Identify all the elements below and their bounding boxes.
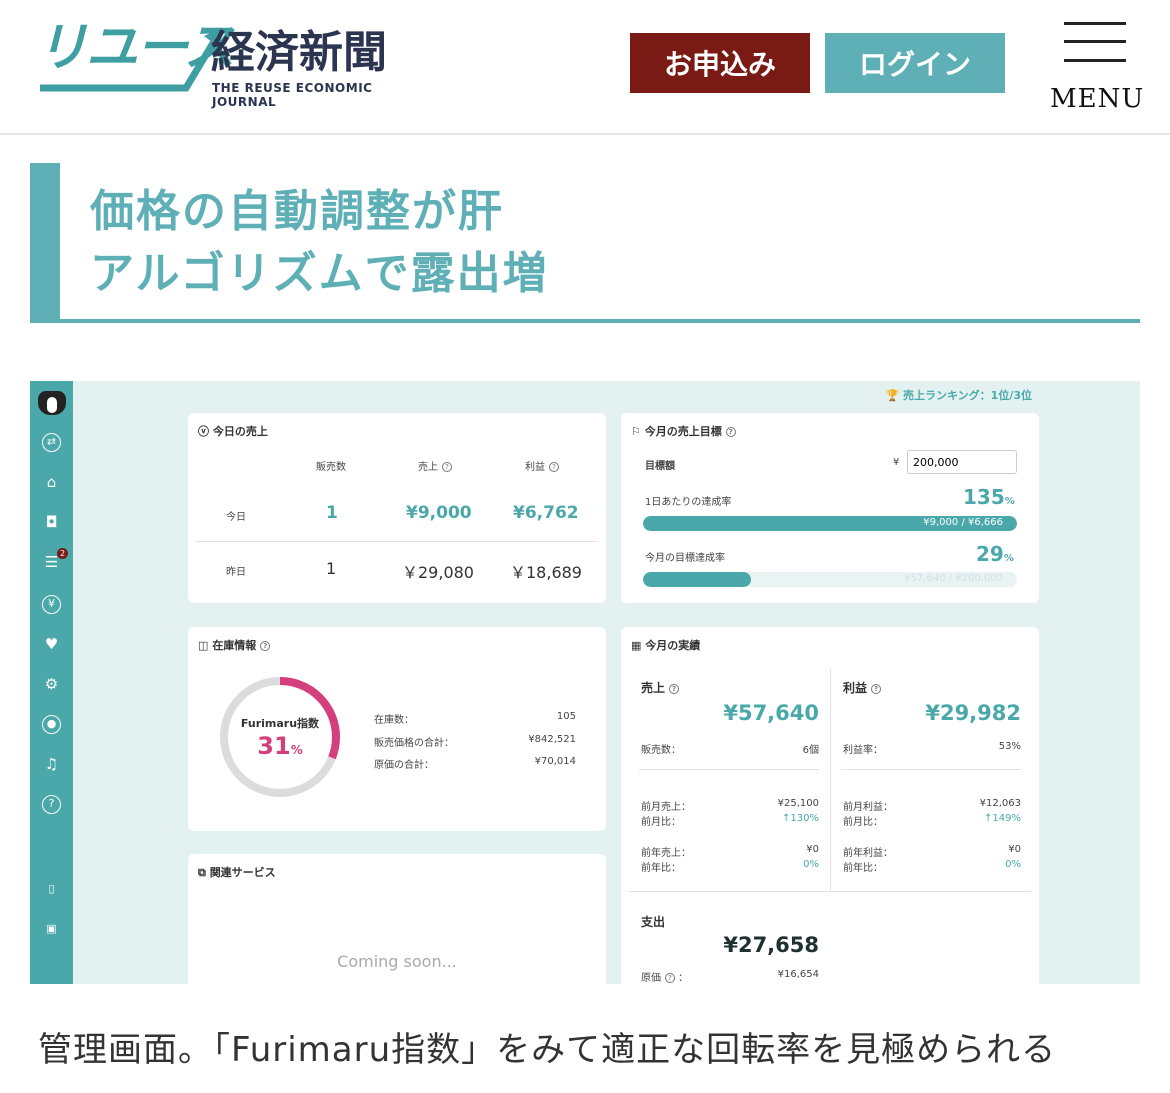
daily-rate-value: 135%: [963, 485, 1015, 509]
lock-icon[interactable]: ▣: [42, 919, 61, 938]
article-headline: 価格の自動調整が肝 アルゴリズムで露出増: [30, 163, 1140, 323]
stock-info-card: ◫ 在庫情報? Furimaru指数 31% 在庫数： 105 販売価格の合計：…: [188, 627, 606, 831]
prev-month-ratio-value: ↑130%: [782, 813, 819, 824]
prev-month-sales-value: ¥25,100: [777, 798, 819, 809]
exchange-icon[interactable]: ⇄: [42, 433, 61, 452]
monthly-goal-card: ⚐ 今月の売上目標? 目標額 ¥ 1日あたりの達成率 135% ¥9,000 /…: [621, 413, 1039, 603]
notification-badge: 2: [57, 548, 68, 559]
monthly-progress-text: ¥57,640 / ¥200,000: [904, 573, 1003, 584]
prev-year-sales-value: ¥0: [806, 844, 819, 855]
prev-month-profit-value: ¥12,063: [979, 798, 1021, 809]
target-amount-input[interactable]: [907, 450, 1017, 474]
header-profit: 利益?: [525, 458, 559, 473]
prev-year-ratio-value: 0%: [803, 859, 819, 870]
stock-price-total-value: ¥842,521: [528, 734, 576, 745]
menu-button[interactable]: MENU: [1050, 22, 1145, 117]
help-icon[interactable]: ?: [42, 795, 61, 814]
row-yesterday-count: 1: [326, 559, 337, 578]
monthly-profit-value: ¥29,982: [925, 701, 1021, 725]
cost-value: ¥16,654: [777, 969, 819, 980]
currency-symbol: ¥: [893, 457, 900, 468]
gauge-label: Furimaru指数: [240, 717, 320, 730]
stock-count-value: 105: [556, 711, 576, 722]
monthly-profit-label: 利益?: [843, 679, 882, 696]
mascot-dog-icon: [38, 391, 66, 415]
daily-rate-label: 1日あたりの達成率: [645, 497, 732, 508]
prev-month-profit-label: 前月利益：: [843, 802, 893, 813]
monthly-sales-label: 売上?: [641, 679, 680, 696]
header-count: 販売数: [316, 462, 346, 473]
prev-year-sales-label: 前年売上：: [641, 848, 691, 859]
sales-count-value: 6個: [802, 745, 819, 756]
row-today-label: 今日: [226, 512, 246, 523]
prev-year-profit-label: 前年利益：: [843, 848, 893, 859]
logo-kanji-text: 経済新聞: [211, 27, 387, 78]
row-yesterday-sales: ￥29,080: [402, 563, 474, 582]
sales-count-label: 販売数：: [641, 745, 681, 756]
prev-month-ratio-label: 前月比：: [641, 817, 681, 828]
coming-soon-text: Coming soon...: [337, 952, 457, 971]
hand-heart-icon[interactable]: ♥: [42, 635, 61, 654]
row-yesterday-profit: ￥18,689: [510, 563, 582, 582]
stock-info-title: ◫ 在庫情報?: [198, 637, 271, 653]
camera-icon[interactable]: ◘: [42, 513, 61, 532]
profit-rate-value: 53%: [998, 741, 1021, 752]
bell-icon[interactable]: ♫: [42, 755, 61, 774]
logo-subtitle: THE REUSE ECONOMIC JOURNAL: [212, 81, 373, 109]
hamburger-icon: [1064, 22, 1126, 25]
monthly-goal-title: ⚐ 今月の売上目標?: [631, 423, 736, 439]
daily-progress-bar: ¥9,000 / ¥6,666: [643, 516, 1017, 531]
today-sales-card: ⓥ 今日の売上 販売数 売上? 利益? 今日 1 ¥9,000 ¥6,762 昨…: [188, 413, 606, 603]
prev-year-profit-value: ¥0: [1008, 844, 1021, 855]
apply-button[interactable]: お申込み: [630, 33, 810, 93]
monthly-rate-label: 今月の目標達成率: [645, 553, 725, 564]
monthly-progress-bar: ¥57,640 / ¥200,000: [643, 572, 1017, 587]
prev-month-sales-label: 前月売上：: [641, 802, 691, 813]
monthly-results-title: ▦ 今月の実績: [631, 639, 701, 652]
stock-price-total-label: 販売価格の合計：: [374, 738, 454, 749]
prev-year-profit-ratio-value: 0%: [1005, 859, 1021, 870]
prev-year-profit-ratio-label: 前年比：: [843, 863, 883, 874]
row-today-sales: ¥9,000: [406, 503, 472, 523]
stock-count-label: 在庫数：: [374, 715, 414, 726]
headline-line-2: アルゴリズムで露出増: [90, 248, 549, 299]
sidebar: ⇄ ⌂ ◘ ☰ 2 ¥ ♥ ⚙ ● ♫ ? ▯ ▣: [30, 381, 73, 984]
stock-cost-total-label: 原価の合計：: [374, 760, 434, 771]
gauge-value: 31%: [257, 732, 303, 760]
today-sales-title: ⓥ 今日の売上: [198, 425, 268, 438]
expense-label: 支出: [641, 915, 666, 929]
headline-line-1: 価格の自動調整が肝: [90, 186, 504, 237]
gear-icon[interactable]: ⚙: [42, 675, 61, 694]
document-icon[interactable]: ▯: [42, 879, 61, 898]
monthly-results-card: ▦ 今月の実績 売上? ¥57,640 販売数： 6個 前月売上： ¥25,10…: [621, 627, 1039, 984]
related-services-title: ⧉ 関連サービス: [198, 866, 276, 879]
row-yesterday-label: 昨日: [226, 567, 246, 578]
login-button[interactable]: ログイン: [825, 33, 1005, 93]
target-label: 目標額: [645, 461, 675, 472]
stock-cost-total-value: ¥70,014: [534, 756, 576, 767]
logo-kana-text: リユース: [36, 18, 235, 78]
site-logo[interactable]: リユース 経済新聞 THE REUSE ECONOMIC JOURNAL: [36, 18, 396, 109]
user-icon[interactable]: ●: [42, 715, 61, 734]
row-today-count: 1: [326, 503, 338, 523]
dashboard-screenshot: ⇄ ⌂ ◘ ☰ 2 ¥ ♥ ⚙ ● ♫ ? ▯ ▣ 🏆 売上ランキング：1位/3…: [30, 381, 1140, 984]
prev-month-profit-ratio-label: 前月比：: [843, 817, 883, 828]
row-today-profit: ¥6,762: [513, 503, 579, 523]
sales-ranking: 🏆 売上ランキング：1位/3位: [885, 389, 1032, 402]
image-caption: 管理画面。「Furimaru指数」をみて適正な回転率を見極められる: [38, 1030, 1057, 1070]
prev-year-ratio-label: 前年比：: [641, 863, 681, 874]
yen-icon[interactable]: ¥: [42, 595, 61, 614]
home-icon[interactable]: ⌂: [42, 473, 61, 492]
monthly-rate-value: 29%: [976, 542, 1014, 566]
daily-progress-text: ¥9,000 / ¥6,666: [923, 517, 1003, 528]
prev-month-profit-ratio-value: ↑149%: [984, 813, 1021, 824]
cost-label: 原価? ：: [641, 973, 689, 984]
menu-label: MENU: [1050, 84, 1145, 114]
monthly-sales-value: ¥57,640: [723, 701, 819, 725]
profit-rate-label: 利益率：: [843, 745, 883, 756]
expense-value: ¥27,658: [723, 933, 819, 957]
related-services-card: ⧉ 関連サービス Coming soon...: [188, 854, 606, 984]
site-header: リユース 経済新聞 THE REUSE ECONOMIC JOURNAL お申込…: [0, 0, 1170, 135]
header-sales: 売上?: [418, 458, 452, 473]
